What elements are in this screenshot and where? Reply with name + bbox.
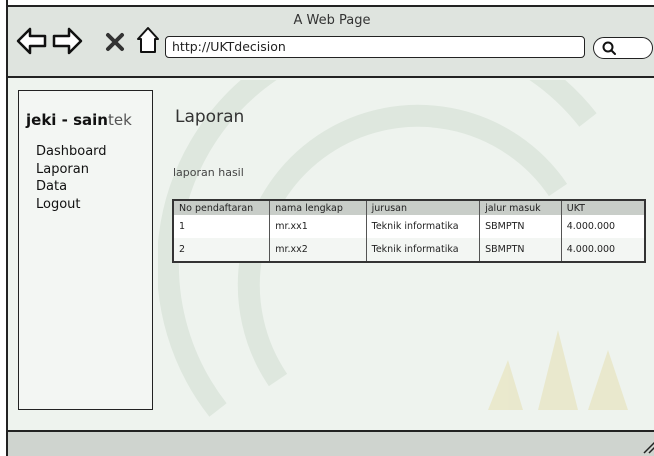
search-icon [602, 41, 616, 55]
cell-jurusan: Teknik informatika [365, 238, 480, 262]
x-icon [106, 33, 124, 51]
cell-jalur-masuk: SBMPTN [479, 238, 562, 262]
window-top-edge [8, 0, 654, 7]
cell-jalur-masuk: SBMPTN [479, 215, 562, 238]
report-subtitle: laporan hasil [173, 166, 244, 179]
sidebar-nav: Dashboard Laporan Data Logout [36, 143, 107, 213]
page-title: Laporan [175, 107, 245, 127]
back-button[interactable] [16, 24, 48, 58]
window-title: A Web Page [293, 13, 371, 28]
sidebar: jeki - saintek Dashboard Laporan Data Lo… [18, 90, 153, 410]
cell-ukt: 4.000.000 [560, 238, 645, 262]
stop-button[interactable] [104, 31, 126, 65]
browser-toolbar: A Web Page http://UKTdecision [8, 7, 654, 78]
sidebar-item-dashboard[interactable]: Dashboard [36, 143, 107, 161]
browser-search-box[interactable] [593, 37, 653, 59]
report-table: No pendaftaran nama lengkap jurusan jalu… [172, 199, 646, 263]
forward-button[interactable] [51, 24, 83, 58]
cell-ukt: 4.000.000 [560, 215, 645, 238]
status-bar [8, 430, 654, 456]
brand-accent: tek [107, 111, 132, 129]
resize-grip-icon[interactable] [642, 440, 654, 454]
brand-logo: jeki - saintek [26, 111, 132, 129]
column-header-ukt: UKT [560, 200, 645, 215]
arrow-right-icon [52, 27, 83, 55]
address-bar[interactable]: http://UKTdecision [165, 36, 585, 58]
column-header-no-pendaftaran: No pendaftaran [173, 200, 270, 215]
brand-main: jeki - sain [26, 111, 108, 129]
cell-nama-lengkap: mr.xx2 [269, 238, 367, 262]
browser-window: A Web Page http://UKTdecision jeki - sai… [6, 0, 654, 456]
column-header-nama-lengkap: nama lengkap [269, 200, 367, 215]
home-icon [137, 27, 159, 53]
arrow-left-icon [16, 27, 47, 55]
table-header-row: No pendaftaran nama lengkap jurusan jalu… [173, 200, 645, 215]
sidebar-item-data[interactable]: Data [36, 178, 107, 196]
table-row[interactable]: 1 mr.xx1 Teknik informatika SBMPTN 4.000… [173, 215, 645, 238]
sidebar-item-laporan[interactable]: Laporan [36, 161, 107, 179]
cell-jurusan: Teknik informatika [365, 215, 480, 238]
column-header-jalur-masuk: jalur masuk [479, 200, 562, 215]
cell-no-pendaftaran: 1 [173, 215, 270, 238]
column-header-jurusan: jurusan [365, 200, 480, 215]
cell-nama-lengkap: mr.xx1 [269, 215, 367, 238]
cell-no-pendaftaran: 2 [179, 244, 186, 255]
table-row[interactable]: 2 mr.xx2 Teknik informatika SBMPTN 4.000… [173, 238, 645, 262]
home-button[interactable] [135, 25, 161, 59]
sidebar-item-logout[interactable]: Logout [36, 196, 107, 214]
